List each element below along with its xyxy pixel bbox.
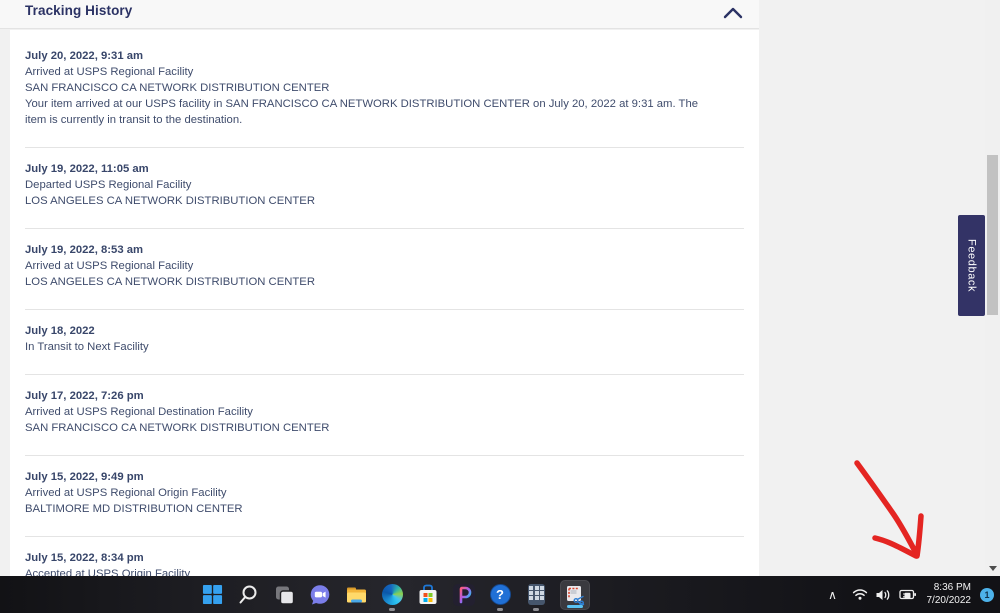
tracking-history-header[interactable]: Tracking History [0, 0, 759, 29]
task-view-icon [276, 586, 295, 605]
usps-tracking-page: Tracking History July 20, 2022, 9:31 am … [0, 0, 1000, 613]
scrollbar-thumb[interactable] [987, 155, 998, 315]
get-help-button[interactable]: ? [488, 578, 512, 612]
microsoft-store-icon [419, 584, 437, 604]
entry-status: Accepted at USPS Origin Facility [25, 568, 191, 576]
entry-status: Arrived at USPS Regional Facility [25, 66, 194, 78]
tracking-entry: July 17, 2022, 7:26 pm Arrived at USPS R… [25, 374, 744, 455]
taskbar-clock[interactable]: 8:36 PM 7/20/2022 [927, 582, 972, 607]
wifi-icon [852, 589, 867, 600]
entry-date: July 19, 2022, 11:05 am [25, 163, 149, 175]
entry-date: July 18, 2022 [25, 325, 95, 337]
entry-location: LOS ANGELES CA NETWORK DISTRIBUTION CENT… [25, 276, 316, 288]
get-help-question-icon: ? [489, 584, 511, 605]
tracking-entry: July 18, 2022 In Transit to Next Facilit… [25, 309, 744, 374]
task-view-button[interactable] [272, 578, 296, 612]
battery-charging-icon [898, 589, 916, 600]
snipping-tool-button[interactable] [560, 580, 590, 610]
scrollbar-track[interactable] [985, 0, 1000, 576]
entry-location: SAN FRANCISCO CA NETWORK DISTRIBUTION CE… [25, 82, 330, 94]
tracking-entry: July 15, 2022, 9:49 pm Arrived at USPS R… [25, 455, 744, 536]
running-indicator [389, 607, 395, 611]
calculator-button[interactable] [524, 578, 548, 612]
entry-status: Departed USPS Regional Facility [25, 179, 192, 191]
hidden-icons-chevron-icon[interactable]: ∧ [822, 588, 844, 602]
calculator-icon [527, 584, 545, 605]
entry-status: Arrived at USPS Regional Facility [25, 260, 194, 272]
start-button[interactable] [200, 578, 224, 612]
tracking-history-list: July 20, 2022, 9:31 am Arrived at USPS R… [10, 30, 759, 576]
feedback-label: Feedback [965, 238, 978, 293]
system-tray: ∧ 8:36 PM 7/20/2022 1 [822, 576, 994, 613]
entry-description: Your item arrived at our USPS facility i… [25, 98, 699, 126]
tray-date: 7/20/2022 [926, 594, 972, 606]
p-gradient-app-button[interactable] [452, 578, 476, 612]
tracking-entry: July 19, 2022, 8:53 am Arrived at USPS R… [25, 228, 744, 309]
running-indicator [533, 607, 539, 611]
taskbar-icon-group: ? [200, 576, 590, 613]
tracking-entry: July 20, 2022, 9:31 am Arrived at USPS R… [25, 35, 744, 147]
tracking-entry: July 15, 2022, 8:34 pm Accepted at USPS … [25, 536, 744, 576]
file-explorer-button[interactable] [344, 578, 368, 612]
feedback-button[interactable]: Feedback [958, 215, 985, 316]
entry-date: July 15, 2022, 8:34 pm [25, 552, 144, 564]
page-title: Tracking History [25, 3, 133, 18]
microsoft-store-button[interactable] [416, 578, 440, 612]
entry-status: Arrived at USPS Regional Destination Fac… [25, 406, 253, 418]
chat-button[interactable] [308, 578, 332, 612]
volume-icon [876, 589, 889, 600]
search-icon [239, 585, 257, 603]
red-arrow-annotation [854, 460, 924, 559]
entry-location: LOS ANGELES CA NETWORK DISTRIBUTION CENT… [25, 195, 316, 207]
edge-icon [381, 584, 403, 605]
entry-date: July 15, 2022, 9:49 pm [25, 471, 144, 483]
chevron-up-icon [723, 7, 743, 19]
entry-location: SAN FRANCISCO CA NETWORK DISTRIBUTION CE… [25, 422, 330, 434]
entry-date: July 19, 2022, 8:53 am [25, 244, 144, 256]
scrollbar-down-arrow-icon[interactable] [989, 566, 997, 571]
entry-location: BALTIMORE MD DISTRIBUTION CENTER [25, 503, 243, 515]
running-indicator [497, 607, 503, 611]
notification-count-badge[interactable]: 1 [980, 587, 994, 602]
tracking-entry: July 19, 2022, 11:05 am Departed USPS Re… [25, 147, 744, 228]
active-window-indicator [567, 605, 583, 608]
windows-taskbar: ? ∧ 8:36 PM 7/20/2022 1 [0, 576, 1000, 613]
file-explorer-icon [346, 587, 366, 602]
p-gradient-app-icon [453, 583, 475, 606]
windows-start-icon [202, 584, 222, 605]
tray-status-icons[interactable] [852, 588, 917, 602]
search-button[interactable] [236, 578, 260, 612]
snipping-tool-icon [567, 586, 585, 606]
entry-status: Arrived at USPS Regional Origin Facility [25, 487, 227, 499]
entry-date: July 20, 2022, 9:31 am [25, 50, 144, 62]
edge-button[interactable] [380, 578, 404, 612]
collapse-section-button[interactable] [722, 5, 744, 21]
entry-status: In Transit to Next Facility [25, 341, 149, 353]
chat-teams-icon [310, 584, 330, 604]
entry-date: July 17, 2022, 7:26 pm [25, 390, 144, 402]
notification-count: 1 [984, 589, 990, 600]
tray-time: 8:36 PM [933, 582, 971, 593]
